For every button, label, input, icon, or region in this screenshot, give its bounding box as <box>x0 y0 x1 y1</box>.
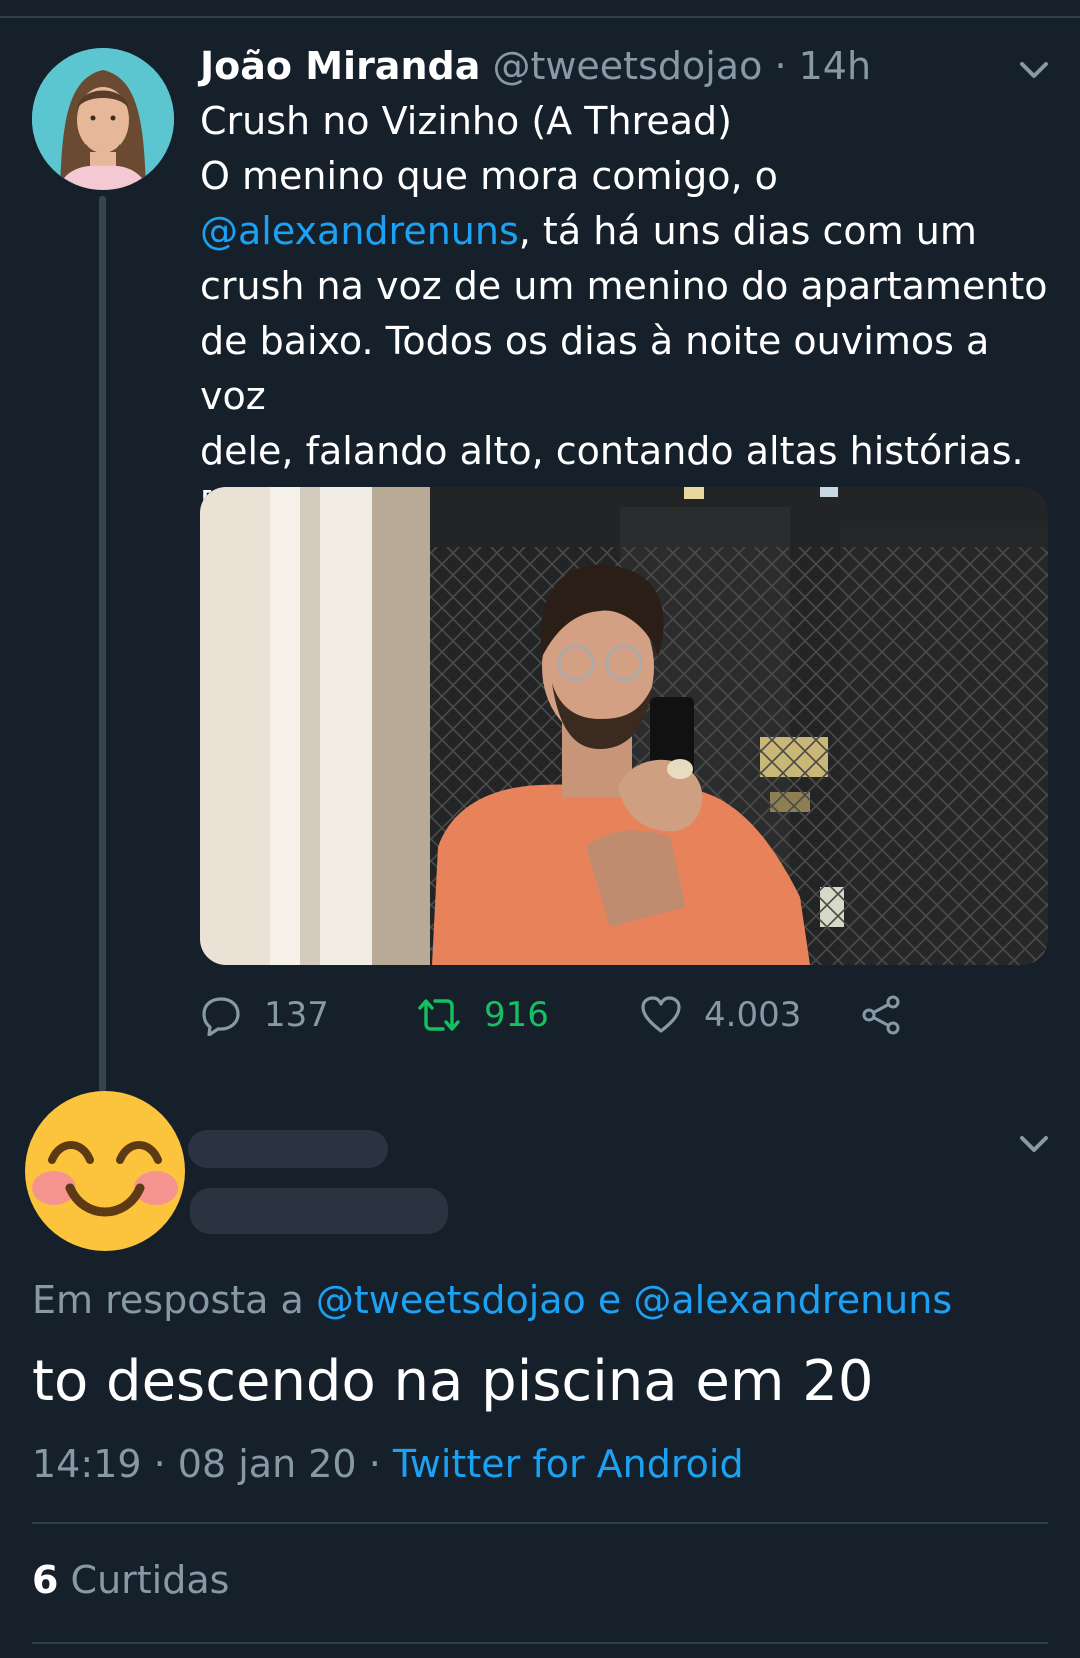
reply-context: Em resposta a @tweetsdojao e @alexandren… <box>32 1272 952 1328</box>
like-action[interactable]: 4.003 <box>640 990 801 1040</box>
tweet-menu-chevron-icon[interactable] <box>1014 50 1054 90</box>
stats-divider-bottom <box>32 1642 1048 1644</box>
retweet-action[interactable]: 916 <box>416 990 549 1040</box>
tweet-time[interactable]: 14h <box>799 44 871 88</box>
likes-summary[interactable]: 6 Curtidas <box>32 1552 229 1608</box>
likes-count: 6 <box>32 1558 59 1602</box>
retweet-icon <box>418 999 460 1031</box>
reply-icon <box>202 997 240 1036</box>
redacted-name <box>188 1130 388 1168</box>
retweet-count: 916 <box>484 995 549 1035</box>
stats-divider-top <box>32 1522 1048 1524</box>
reply-action[interactable]: 137 <box>200 990 329 1040</box>
top-divider <box>0 16 1080 18</box>
author-name[interactable]: João Miranda <box>200 44 480 88</box>
reply-meta: 14:19 · 08 jan 20 · Twitter for Android <box>32 1436 744 1492</box>
reply-menu-chevron-icon[interactable] <box>1014 1124 1054 1164</box>
reply-context-user1[interactable]: @tweetsdojao <box>316 1278 586 1322</box>
reply-context-prefix: Em resposta a <box>32 1278 304 1322</box>
tweet-body: Crush no Vizinho (A Thread) O menino que… <box>200 94 1060 534</box>
share-icon <box>862 995 900 1035</box>
tweet-text-part2: , tá há uns dias com um crush na voz de … <box>200 209 1048 528</box>
tweet-header: João Miranda @tweetsdojao · 14h <box>200 40 871 92</box>
likes-label: Curtidas <box>70 1558 230 1602</box>
meta-dot-2: · <box>368 1442 381 1486</box>
tweet-mention-link[interactable]: @alexandrenuns <box>200 209 519 253</box>
reply-context-user2[interactable]: @alexandrenuns <box>633 1278 952 1322</box>
reply-time: 14:19 <box>32 1442 142 1486</box>
smiling-emoji-avatar-icon[interactable] <box>24 1090 186 1252</box>
redacted-handle <box>190 1188 448 1234</box>
reply-text: to descendo na piscina em 20 <box>32 1349 874 1414</box>
tweet-media-photo[interactable] <box>200 487 1048 965</box>
reply-context-and: e <box>597 1278 622 1322</box>
tweet-text-part1: Crush no Vizinho (A Thread) O menino que… <box>200 99 778 198</box>
reply-date: 08 jan 20 <box>177 1442 357 1486</box>
author-avatar[interactable] <box>32 48 174 190</box>
header-separator: · <box>774 44 787 88</box>
reply-source-link[interactable]: Twitter for Android <box>393 1442 744 1486</box>
share-action[interactable] <box>860 990 924 1040</box>
meta-dot-1: · <box>153 1442 166 1486</box>
heart-icon <box>641 996 681 1033</box>
tweet-actions-bar: 137 916 4.003 <box>200 990 920 1040</box>
like-count: 4.003 <box>704 995 802 1035</box>
thread-connector-line <box>99 196 106 1092</box>
author-handle[interactable]: @tweetsdojao <box>492 44 762 88</box>
reply-count: 137 <box>264 995 329 1035</box>
